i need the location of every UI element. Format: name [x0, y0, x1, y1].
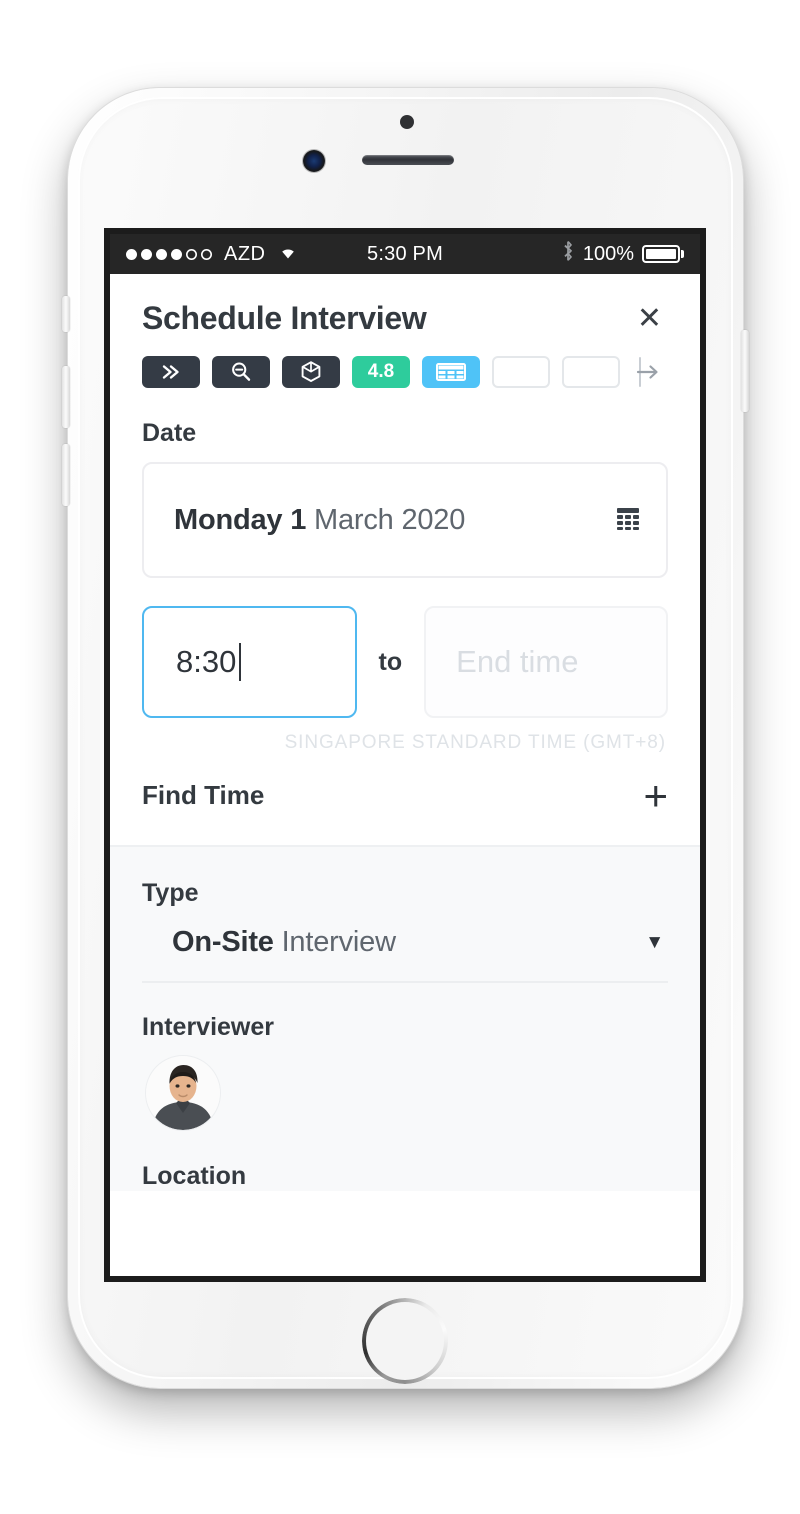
signal-dot	[186, 249, 197, 260]
status-right-group: 100%	[561, 240, 684, 268]
signal-strength-icon	[126, 248, 212, 260]
type-value: On-Site Interview	[172, 926, 396, 959]
start-time-value: 8:30	[176, 644, 237, 679]
wifi-icon	[276, 242, 300, 266]
type-select[interactable]: On-Site Interview ▼	[142, 922, 668, 983]
find-time-label: Find Time	[142, 780, 265, 810]
carrier-label: AZD	[224, 242, 266, 265]
signal-dot	[126, 248, 137, 260]
proximity-sensor-icon	[400, 115, 414, 129]
interviewer-label: Interviewer	[142, 1013, 275, 1041]
power-button[interactable]	[741, 330, 749, 412]
date-value: Monday 1 March 2020	[174, 504, 465, 537]
start-time-input[interactable]: 8:30	[142, 606, 357, 718]
empty-slot-2[interactable]	[562, 356, 620, 388]
home-button[interactable]	[362, 1298, 448, 1384]
date-label: Date	[142, 419, 197, 447]
find-time-row[interactable]: Find Time +	[142, 754, 668, 845]
signal-dot	[141, 248, 152, 260]
search-zoom-icon[interactable]	[212, 356, 270, 388]
chevron-double-right-icon[interactable]	[142, 356, 200, 388]
status-bar: AZD 5:30 PM 100%	[110, 234, 700, 274]
date-value-day: Monday 1	[174, 503, 307, 536]
table-grid-icon[interactable]	[422, 356, 480, 388]
signal-dot	[201, 249, 212, 260]
signal-dot	[171, 248, 182, 260]
end-time-input[interactable]: End time	[424, 606, 668, 718]
type-label: Type	[142, 879, 199, 907]
earpiece-speaker	[362, 155, 454, 165]
cube-3d-icon[interactable]	[282, 356, 340, 388]
date-field[interactable]: Monday 1 March 2020	[142, 462, 668, 578]
front-camera-icon	[303, 150, 325, 172]
timezone-note: SINGAPORE STANDARD TIME (GMT+8)	[284, 732, 666, 753]
interviewer-avatar[interactable]	[146, 1056, 220, 1130]
schedule-form-bottom: Type On-Site Interview ▼ Interviewer Loc…	[110, 845, 700, 1191]
arrow-right-to-line-icon[interactable]	[634, 355, 662, 389]
phone-screen: AZD 5:30 PM 100% Schedule Interview ✕ 4.…	[110, 234, 700, 1276]
volume-down-button[interactable]	[62, 444, 70, 506]
rating-badge[interactable]: 4.8	[352, 356, 410, 388]
end-time-placeholder: End time	[456, 644, 579, 679]
chevron-down-icon[interactable]: ▼	[645, 932, 664, 954]
page-title: Schedule Interview	[142, 300, 427, 336]
silent-switch[interactable]	[62, 296, 70, 332]
battery-icon	[642, 245, 684, 263]
volume-up-button[interactable]	[62, 366, 70, 428]
signal-dot	[156, 248, 167, 260]
date-value-month: March 2020	[314, 503, 466, 536]
to-label: to	[378, 647, 403, 676]
location-label: Location	[142, 1162, 247, 1190]
type-value-light: Interview	[281, 926, 396, 958]
extension-toolbar: 4.8	[110, 349, 700, 403]
close-icon[interactable]: ✕	[631, 302, 668, 336]
text-cursor	[239, 643, 242, 681]
empty-slot-1[interactable]	[492, 356, 550, 388]
type-value-strong: On-Site	[172, 926, 274, 958]
calendar-icon[interactable]	[614, 504, 642, 537]
app-header: Schedule Interview ✕	[110, 274, 700, 349]
battery-percent-label: 100%	[582, 242, 634, 265]
schedule-form-top: Date Monday 1 March 2020 8:30 to End tim…	[110, 403, 700, 845]
add-icon[interactable]: +	[643, 774, 668, 817]
bluetooth-icon	[561, 240, 575, 268]
time-range-row: 8:30 to End time	[142, 606, 668, 718]
